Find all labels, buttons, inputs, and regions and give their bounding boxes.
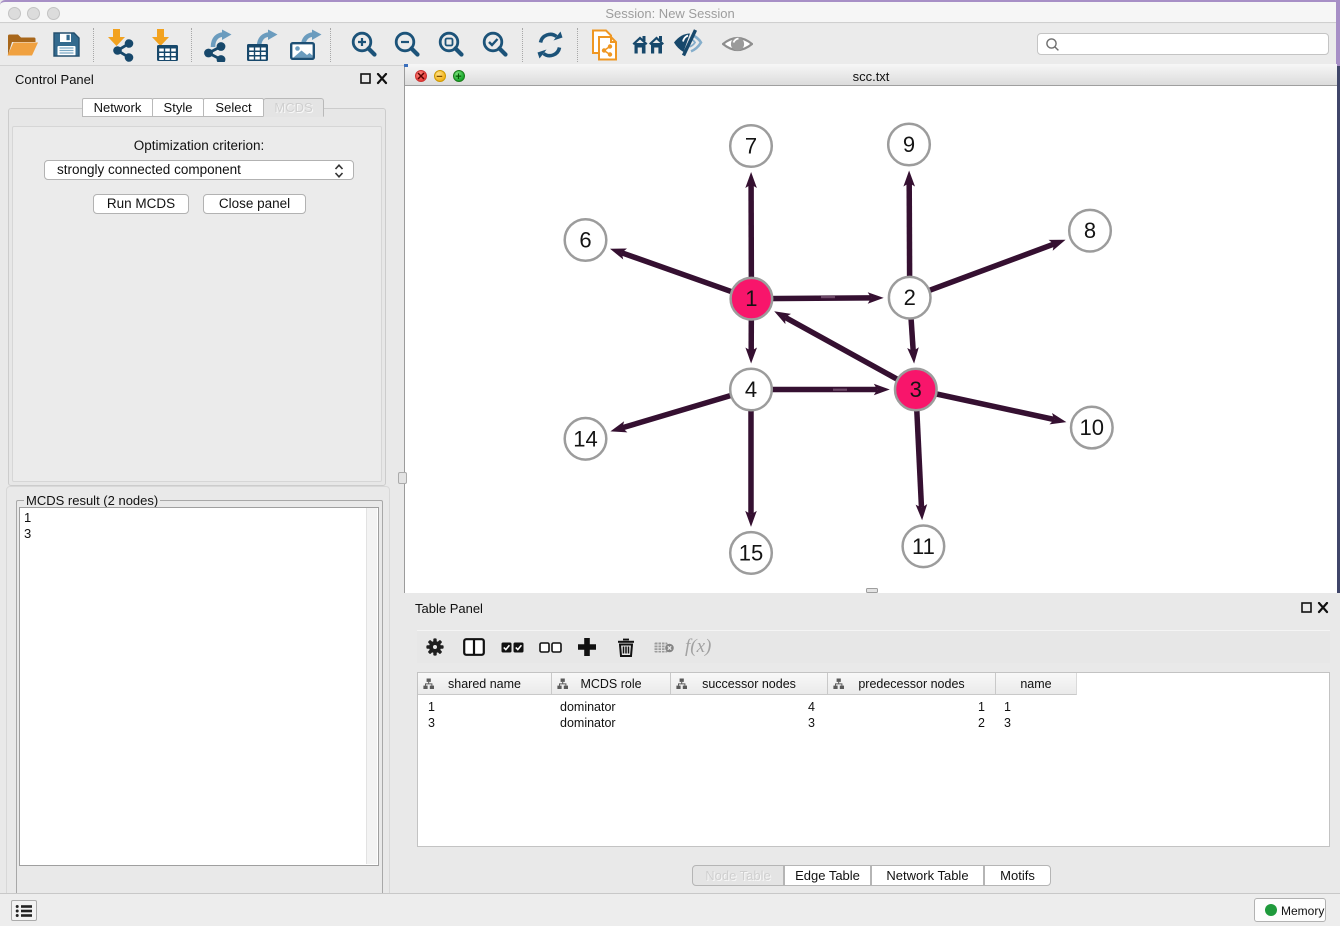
svg-text:3: 3 [910,377,922,402]
svg-text:6: 6 [579,228,591,253]
svg-text:1: 1 [745,286,757,311]
svg-text:9: 9 [903,132,915,157]
svg-text:10: 10 [1080,415,1104,440]
svg-text:14: 14 [573,426,597,451]
svg-text:15: 15 [739,540,763,565]
svg-text:4: 4 [745,377,757,402]
svg-text:2: 2 [904,285,916,310]
svg-text:11: 11 [912,534,935,559]
svg-text:7: 7 [745,134,757,159]
svg-text:8: 8 [1084,218,1096,243]
